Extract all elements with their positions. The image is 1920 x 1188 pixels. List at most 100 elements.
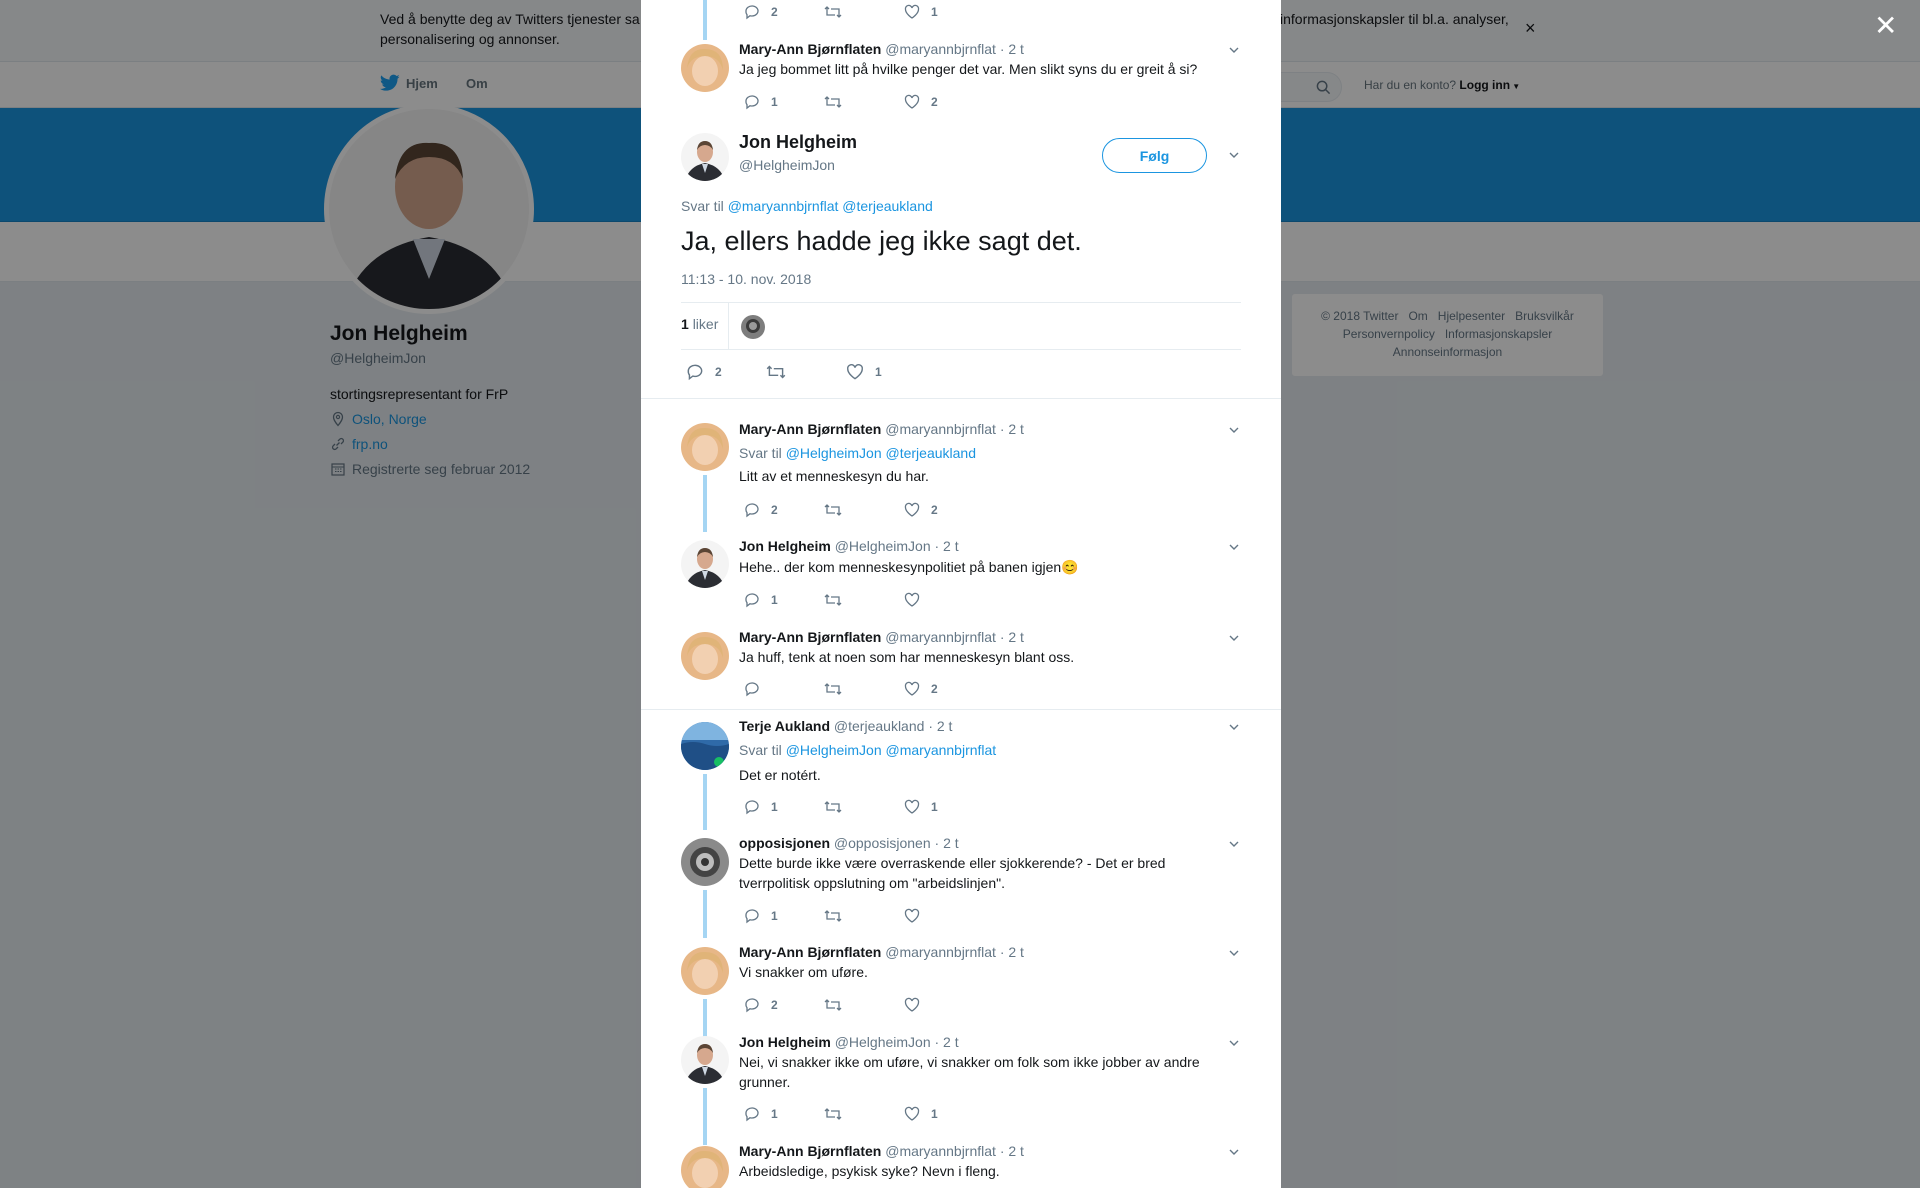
chevron-down-icon[interactable] [1227,1145,1241,1159]
tweet-author-handle[interactable]: @opposisjonen [834,835,931,851]
tweet-time[interactable]: · 2 t [1000,629,1024,645]
retweet-button[interactable] [823,501,843,519]
avatar[interactable] [681,1036,729,1084]
mention-link[interactable]: @terjeaukland [842,198,933,214]
chevron-down-icon[interactable] [1227,946,1241,960]
divider [641,709,1281,710]
tweet-author-name[interactable]: Jon Helgheim [739,1034,831,1050]
avatar[interactable] [681,540,729,588]
retweet-button[interactable] [823,3,843,21]
tweet-author-handle[interactable]: @HelgheimJon [835,538,931,554]
reply-button[interactable]: 1 [743,591,778,609]
tweet-author-handle[interactable]: @maryannbjrnflat [885,41,996,57]
tweet-time[interactable]: · 2 t [935,835,959,851]
chevron-down-icon[interactable] [1227,540,1241,554]
avatar[interactable] [681,1146,729,1188]
avatar[interactable] [681,838,729,886]
retweet-button[interactable] [765,362,787,382]
mention-link[interactable]: @HelgheimJon [786,445,882,461]
avatar[interactable] [681,423,729,471]
mention-link[interactable]: @maryannbjrnflat [728,198,839,214]
retweet-button[interactable] [823,1105,843,1123]
tweet-author-name[interactable]: Mary-Ann Bjørnflaten [739,1143,881,1159]
reply-count: 2 [715,365,722,379]
retweet-button[interactable] [823,93,843,111]
chevron-down-icon[interactable] [1227,720,1241,734]
reply-icon [745,5,759,20]
avatar[interactable] [681,44,729,92]
tweet-time[interactable]: · 2 t [1000,1143,1024,1159]
like-button[interactable]: 1 [845,362,882,382]
retweet-button[interactable] [823,907,843,925]
tweet-author-handle[interactable]: @terjeaukland [834,718,925,734]
like-button[interactable]: 2 [903,501,938,519]
tweet-time[interactable]: · 2 t [935,538,959,554]
likes-stat[interactable]: 1 liker [681,316,718,332]
reply-icon [745,998,759,1013]
main-tweet-author-handle[interactable]: @HelgheimJon [739,157,835,173]
tweet-author-name[interactable]: Mary-Ann Bjørnflaten [739,41,881,57]
retweet-button[interactable] [823,591,843,609]
like-button[interactable]: 1 [903,3,938,21]
tweet-time[interactable]: · 2 t [935,1034,959,1050]
chevron-down-icon[interactable] [1227,1036,1241,1050]
tweet-author-name[interactable]: opposisjonen [739,835,830,851]
main-tweet-timestamp[interactable]: 11:13 - 10. nov. 2018 [681,271,811,287]
avatar[interactable] [681,632,729,680]
chevron-down-icon[interactable] [1227,43,1241,57]
like-button[interactable] [903,591,931,609]
follow-button[interactable]: Følg [1102,138,1207,173]
mention-link[interactable]: @HelgheimJon [786,742,882,758]
main-tweet-author-name[interactable]: Jon Helgheim [739,132,857,153]
mention-link[interactable]: @terjeaukland [886,445,977,461]
tweet-author-name[interactable]: Mary-Ann Bjørnflaten [739,629,881,645]
main-tweet-avatar[interactable] [681,133,729,181]
avatar[interactable] [681,722,729,770]
retweet-button[interactable] [823,680,843,698]
tweet-author-handle[interactable]: @HelgheimJon [835,1034,931,1050]
avatar[interactable] [681,947,729,995]
tweet-author-handle[interactable]: @maryannbjrnflat [885,1143,996,1159]
reply-button[interactable]: 2 [743,3,778,21]
reply-count: 2 [771,503,778,517]
retweet-button[interactable] [823,798,843,816]
reply-button[interactable]: 2 [685,362,722,382]
reply-button[interactable]: 2 [743,501,778,519]
chevron-down-icon[interactable] [1227,837,1241,851]
tweet-author-handle[interactable]: @maryannbjrnflat [885,629,996,645]
chevron-down-icon[interactable] [1227,423,1241,437]
reply-count: 2 [771,998,778,1012]
like-button[interactable] [903,907,931,925]
like-button[interactable]: 2 [903,680,938,698]
reply-button[interactable] [743,680,771,698]
retweet-icon [824,504,842,516]
mention-link[interactable]: @maryannbjrnflat [886,742,997,758]
chevron-down-icon[interactable] [1227,631,1241,645]
main-tweet-reply-to: Svar til @maryannbjrnflat @terjeaukland [681,198,933,214]
retweet-button[interactable] [823,996,843,1014]
tweet-author-handle[interactable]: @maryannbjrnflat [885,421,996,437]
reply-button[interactable]: 1 [743,1105,778,1123]
like-button[interactable]: 1 [903,798,938,816]
like-button[interactable] [903,996,921,1014]
retweet-icon [824,801,842,813]
reply-button[interactable]: 2 [743,996,778,1014]
reply-button[interactable]: 1 [743,907,778,925]
tweet-author-name[interactable]: Mary-Ann Bjørnflaten [739,944,881,960]
like-button[interactable]: 1 [903,1105,938,1123]
tweet-author-name[interactable]: Jon Helgheim [739,538,831,554]
tweet-time[interactable]: · 2 t [928,718,952,734]
tweet-time[interactable]: · 2 t [1000,944,1024,960]
tweet-author-handle[interactable]: @maryannbjrnflat [885,944,996,960]
tweet-author-name[interactable]: Mary-Ann Bjørnflaten [739,421,881,437]
liker-avatar[interactable] [741,315,765,339]
tweet-time[interactable]: · 2 t [1000,421,1024,437]
chevron-down-icon[interactable] [1227,148,1241,162]
reply-button[interactable]: 1 [743,93,778,111]
like-button[interactable]: 2 [903,93,938,111]
close-icon[interactable]: ✕ [1874,12,1897,40]
tweet-author-name[interactable]: Terje Aukland [739,718,830,734]
tweet-time[interactable]: · 2 t [1000,41,1024,57]
reply-button[interactable]: 1 [743,798,778,816]
reply-icon [745,682,759,697]
